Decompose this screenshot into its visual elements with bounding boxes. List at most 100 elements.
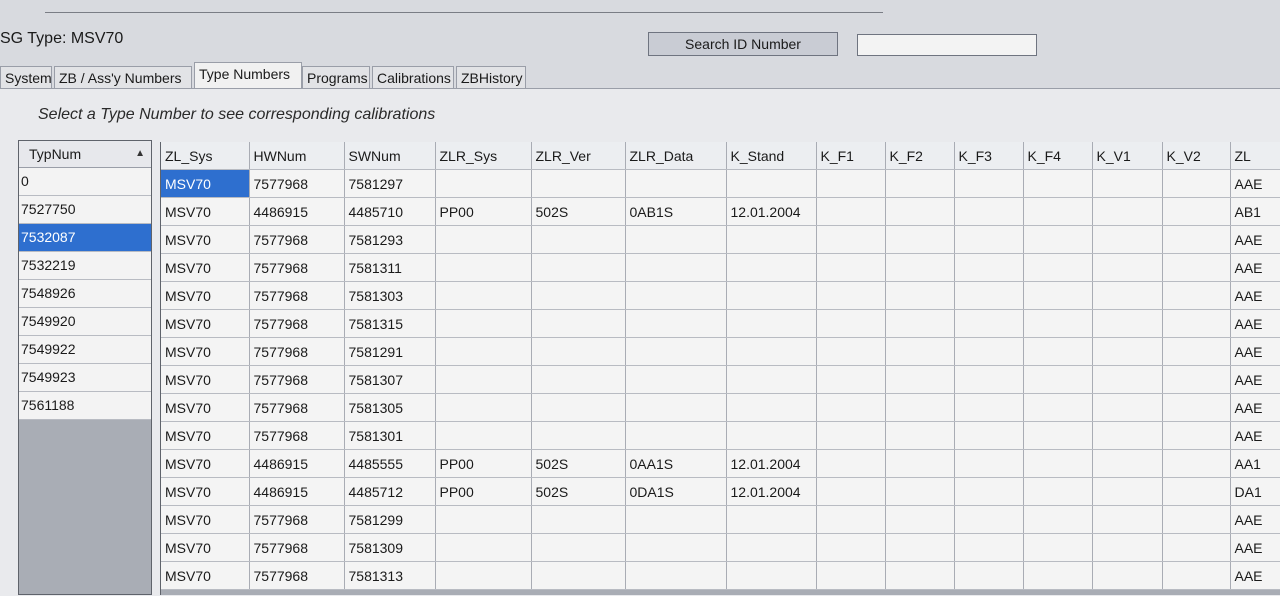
- table-cell[interactable]: 7581299: [344, 505, 436, 534]
- column-header-k-f3[interactable]: K_F3: [954, 142, 1024, 170]
- table-cell[interactable]: 12.01.2004: [726, 197, 817, 226]
- table-cell[interactable]: [531, 505, 626, 534]
- table-row[interactable]: MSV70 7577968 7581315 AAE: [161, 309, 1280, 338]
- table-cell[interactable]: 7577968: [249, 169, 345, 198]
- table-cell[interactable]: [625, 533, 727, 562]
- column-header-hwnum[interactable]: HWNum: [249, 142, 345, 170]
- table-cell[interactable]: AAE: [1230, 309, 1280, 338]
- table-cell[interactable]: [885, 169, 955, 198]
- table-cell[interactable]: [816, 309, 886, 338]
- table-cell[interactable]: 7581309: [344, 533, 436, 562]
- column-header-swnum[interactable]: SWNum: [344, 142, 436, 170]
- table-cell[interactable]: AB1: [1230, 197, 1280, 226]
- table-cell[interactable]: [885, 253, 955, 282]
- table-cell[interactable]: [1023, 533, 1093, 562]
- table-cell[interactable]: [885, 505, 955, 534]
- table-cell[interactable]: [1023, 281, 1093, 310]
- table-cell[interactable]: [1092, 561, 1163, 590]
- table-cell[interactable]: [954, 505, 1024, 534]
- table-cell[interactable]: MSV70: [161, 197, 250, 226]
- table-cell[interactable]: 0AB1S: [625, 197, 727, 226]
- table-cell[interactable]: [531, 337, 626, 366]
- table-cell[interactable]: [885, 337, 955, 366]
- table-cell[interactable]: [625, 281, 727, 310]
- table-cell[interactable]: [625, 421, 727, 450]
- table-cell[interactable]: MSV70: [161, 477, 250, 506]
- table-cell[interactable]: [1092, 505, 1163, 534]
- table-cell[interactable]: AAE: [1230, 337, 1280, 366]
- table-cell[interactable]: [816, 225, 886, 254]
- table-cell[interactable]: MSV70: [161, 253, 250, 282]
- table-cell[interactable]: AAE: [1230, 253, 1280, 282]
- table-row[interactable]: MSV70 7577968 7581299 AAE: [161, 505, 1280, 534]
- table-row[interactable]: MSV70 7577968 7581291 AAE: [161, 337, 1280, 366]
- table-cell[interactable]: [1092, 197, 1163, 226]
- table-cell[interactable]: [1092, 281, 1163, 310]
- table-cell[interactable]: [1023, 421, 1093, 450]
- table-cell[interactable]: [1023, 449, 1093, 478]
- table-row[interactable]: MSV70 7577968 7581313 AAE: [161, 561, 1280, 590]
- table-cell[interactable]: [816, 365, 886, 394]
- table-cell[interactable]: [885, 197, 955, 226]
- table-cell[interactable]: [954, 561, 1024, 590]
- column-header-k-f1[interactable]: K_F1: [816, 142, 886, 170]
- table-cell[interactable]: 7581307: [344, 365, 436, 394]
- table-cell[interactable]: [816, 477, 886, 506]
- table-cell[interactable]: AA1: [1230, 449, 1280, 478]
- table-cell[interactable]: MSV70: [161, 421, 250, 450]
- table-cell[interactable]: PP00: [435, 449, 532, 478]
- table-row[interactable]: MSV70 7577968 7581305 AAE: [161, 393, 1280, 422]
- table-cell[interactable]: [1162, 393, 1231, 422]
- table-cell[interactable]: [954, 421, 1024, 450]
- table-cell[interactable]: MSV70: [161, 561, 250, 590]
- table-row[interactable]: MSV70 7577968 7581301 AAE: [161, 421, 1280, 450]
- table-cell[interactable]: MSV70: [161, 533, 250, 562]
- table-cell[interactable]: [1023, 197, 1093, 226]
- table-cell[interactable]: 7577968: [249, 421, 345, 450]
- table-cell[interactable]: 7577968: [249, 253, 345, 282]
- table-cell[interactable]: PP00: [435, 197, 532, 226]
- table-cell[interactable]: [1092, 449, 1163, 478]
- table-cell[interactable]: 502S: [531, 477, 626, 506]
- table-cell[interactable]: AAE: [1230, 505, 1280, 534]
- table-cell[interactable]: 502S: [531, 449, 626, 478]
- column-header-k-v2[interactable]: K_V2: [1162, 142, 1231, 170]
- table-row[interactable]: MSV70 7577968 7581307 AAE: [161, 365, 1280, 394]
- table-cell[interactable]: [885, 281, 955, 310]
- table-cell[interactable]: [531, 393, 626, 422]
- table-cell[interactable]: [726, 337, 817, 366]
- table-cell[interactable]: MSV70: [161, 309, 250, 338]
- table-cell[interactable]: [726, 505, 817, 534]
- table-row[interactable]: MSV70 7577968 7581309 AAE: [161, 533, 1280, 562]
- table-cell[interactable]: [435, 253, 532, 282]
- table-cell[interactable]: [435, 505, 532, 534]
- table-cell[interactable]: 4485555: [344, 449, 436, 478]
- table-cell[interactable]: [1023, 393, 1093, 422]
- table-cell[interactable]: [625, 169, 727, 198]
- table-cell[interactable]: [816, 169, 886, 198]
- table-cell[interactable]: [726, 169, 817, 198]
- table-row[interactable]: MSV70 4486915 4485712 PP00 502S 0DA1S 12.01.20…: [161, 477, 1280, 506]
- table-cell[interactable]: MSV70: [161, 281, 250, 310]
- table-row[interactable]: MSV70 7577968 7581293 AAE: [161, 225, 1280, 254]
- table-cell[interactable]: 0DA1S: [625, 477, 727, 506]
- table-cell[interactable]: [885, 533, 955, 562]
- search-id-button[interactable]: Search ID Number: [648, 32, 838, 56]
- table-cell[interactable]: [1023, 365, 1093, 394]
- typnum-header[interactable]: TypNum ▲: [19, 141, 151, 168]
- table-cell[interactable]: 7577968: [249, 309, 345, 338]
- table-cell[interactable]: [1162, 337, 1231, 366]
- table-cell[interactable]: [1162, 365, 1231, 394]
- table-cell[interactable]: [1162, 505, 1231, 534]
- table-cell[interactable]: [625, 505, 727, 534]
- table-cell[interactable]: [726, 533, 817, 562]
- table-cell[interactable]: [1162, 169, 1231, 198]
- table-cell[interactable]: [1023, 225, 1093, 254]
- typnum-item[interactable]: 7549920: [19, 308, 151, 336]
- table-cell[interactable]: AAE: [1230, 561, 1280, 590]
- table-cell[interactable]: [954, 197, 1024, 226]
- column-header-k-f4[interactable]: K_F4: [1023, 142, 1093, 170]
- table-cell[interactable]: MSV70: [161, 169, 250, 198]
- table-cell[interactable]: [435, 281, 532, 310]
- typnum-item-selected[interactable]: 7532087: [19, 224, 151, 252]
